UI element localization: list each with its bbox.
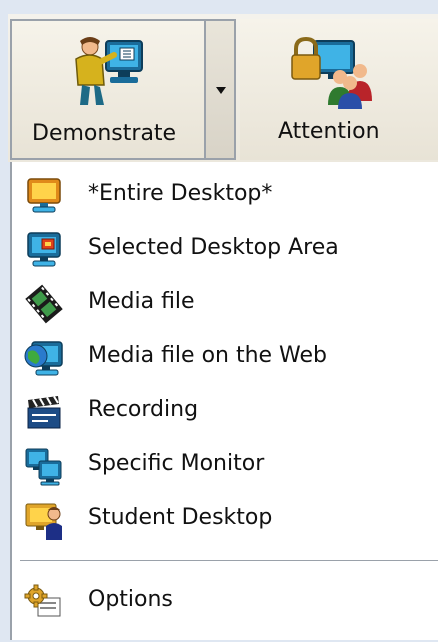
menu-item-student-desktop[interactable]: Student Desktop bbox=[12, 492, 438, 546]
menu-item-label: Media file bbox=[88, 289, 195, 314]
monitor-selection-icon bbox=[27, 232, 61, 267]
menu-item-label: *Entire Desktop* bbox=[88, 181, 273, 206]
student-monitor-icon bbox=[25, 503, 62, 540]
teacher-presenting-icon bbox=[75, 37, 143, 105]
lock-students-icon bbox=[291, 36, 372, 109]
menu-item-label: Options bbox=[88, 587, 173, 612]
monitor-yellow-icon bbox=[27, 178, 61, 213]
options-gear-icon bbox=[24, 584, 61, 617]
menu-item-selected-desktop-area[interactable]: Selected Desktop Area bbox=[12, 222, 438, 276]
menu-item-label: Student Desktop bbox=[88, 505, 273, 530]
menu-item-recording[interactable]: Recording bbox=[12, 384, 438, 438]
menu-item-options[interactable]: Options bbox=[12, 574, 438, 628]
window-frame: Demonstrate Attention *Entire Desktop* S… bbox=[0, 0, 438, 642]
two-monitors-icon bbox=[25, 448, 62, 486]
menu-item-label: Media file on the Web bbox=[88, 343, 328, 368]
film-strip-icon bbox=[25, 284, 63, 324]
demonstrate-dropdown-menu: *Entire Desktop* Selected Desktop Area M… bbox=[10, 162, 438, 640]
globe-monitor-icon bbox=[24, 341, 63, 376]
attention-button[interactable]: Attention bbox=[240, 19, 438, 160]
menu-item-media-file-web[interactable]: Media file on the Web bbox=[12, 330, 438, 384]
menu-item-label: Recording bbox=[88, 397, 199, 422]
menu-item-label: Specific Monitor bbox=[88, 451, 265, 476]
clapperboard-icon bbox=[27, 395, 61, 429]
demonstrate-dropdown-button[interactable] bbox=[204, 19, 236, 160]
menu-item-media-file[interactable]: Media file bbox=[12, 276, 438, 330]
demonstrate-label: Demonstrate bbox=[32, 121, 177, 146]
menu-item-label: Selected Desktop Area bbox=[88, 235, 339, 260]
menu-separator bbox=[20, 560, 438, 561]
menu-item-entire-desktop[interactable]: *Entire Desktop* bbox=[12, 168, 438, 222]
menu-item-specific-monitor[interactable]: Specific Monitor bbox=[12, 438, 438, 492]
attention-label: Attention bbox=[278, 119, 380, 144]
chevron-down-icon bbox=[216, 87, 226, 94]
demonstrate-button[interactable]: Demonstrate bbox=[10, 19, 206, 160]
